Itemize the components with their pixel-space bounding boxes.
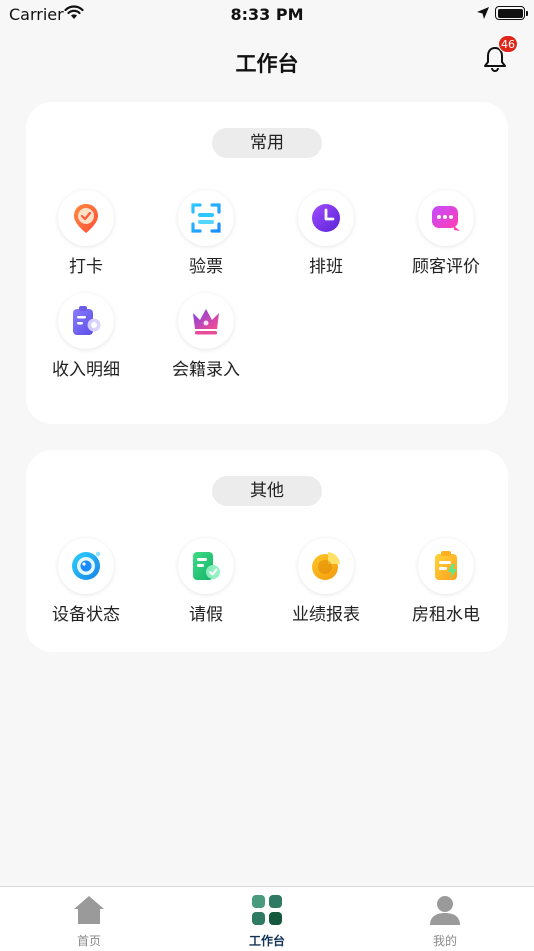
tile-label: 验票 [189, 257, 223, 277]
section-title-common: 常用 [212, 128, 322, 158]
tab-label: 我的 [432, 934, 457, 948]
user-icon [430, 896, 460, 925]
bottom-tab-bar: 首页 工作台 我的 [0, 886, 534, 951]
tile-label: 排班 [309, 257, 343, 277]
tile-label: 会籍录入 [172, 360, 240, 380]
page-title: 工作台 [235, 52, 299, 76]
rent-utilities-item[interactable]: 房租水电 [386, 538, 506, 634]
tab-mine[interactable]: 我的 [385, 887, 505, 951]
section-title-other: 其他 [212, 476, 322, 506]
clipboard-money-icon [58, 293, 114, 349]
workbench-grid-icon [252, 895, 282, 925]
clock-time: 8:33 PM [230, 5, 304, 24]
notification-badge: 46 [498, 35, 518, 53]
punch-in-item[interactable]: 打卡 [26, 190, 146, 286]
battery-icon [495, 6, 528, 20]
customer-review-item[interactable]: 顾客评价 [386, 190, 506, 286]
tile-label: 收入明细 [52, 360, 120, 380]
home-icon [74, 896, 104, 924]
other-section-card: 其他 设备状态 请假 业绩报表 房租水电 [26, 450, 508, 652]
performance-report-item[interactable]: 业绩报表 [266, 538, 386, 634]
schedule-item[interactable]: 排班 [266, 190, 386, 286]
clock-icon [298, 190, 354, 246]
membership-entry-item[interactable]: 会籍录入 [146, 293, 266, 389]
camera-icon [58, 538, 114, 594]
leave-request-item[interactable]: 请假 [146, 538, 266, 634]
status-bar: Carrier 8:33 PM [0, 0, 534, 28]
tile-label: 业绩报表 [292, 605, 360, 625]
chat-bubble-icon [418, 190, 474, 246]
crown-icon [178, 293, 234, 349]
pie-chart-icon [298, 538, 354, 594]
device-status-item[interactable]: 设备状态 [26, 538, 146, 634]
ticket-check-item[interactable]: 验票 [146, 190, 266, 286]
tile-label: 房租水电 [412, 605, 480, 625]
leave-document-icon [178, 538, 234, 594]
tab-label: 工作台 [248, 934, 285, 948]
tab-home[interactable]: 首页 [29, 887, 149, 951]
common-section-card: 常用 打卡 验票 排班 顾客评价 收入明细 会籍录入 [26, 102, 508, 424]
tile-label: 顾客评价 [412, 257, 480, 277]
tab-label: 首页 [76, 934, 101, 948]
utility-bill-icon [418, 538, 474, 594]
tile-label: 请假 [189, 605, 223, 625]
tile-label: 设备状态 [52, 605, 120, 625]
location-arrow-icon [477, 7, 489, 19]
scan-icon [178, 190, 234, 246]
income-details-item[interactable]: 收入明细 [26, 293, 146, 389]
tile-label: 打卡 [69, 257, 103, 277]
location-check-icon [58, 190, 114, 246]
tab-workbench[interactable]: 工作台 [207, 887, 327, 951]
